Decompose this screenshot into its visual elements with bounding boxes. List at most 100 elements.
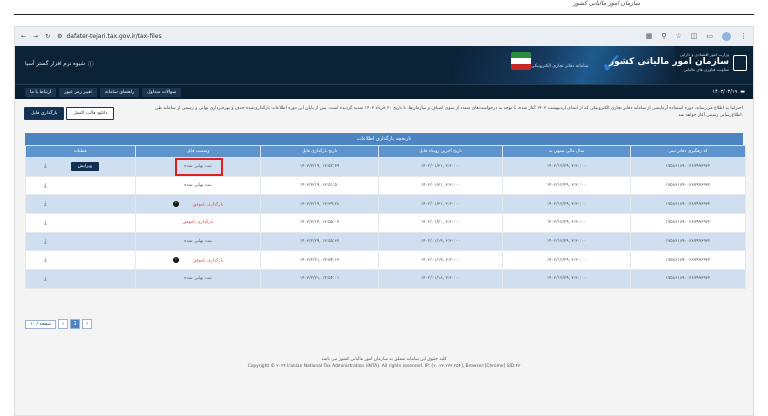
row-status: ثبت نهایی شده — [135, 175, 261, 196]
download-template-button[interactable]: دانلود قالب اکسل — [66, 107, 115, 120]
col-file-status: وضعیت فایل — [135, 145, 261, 158]
row-fiscal-year: ۱۴۰۲/۱۲/۲۹, ۳:۳۰:۰۰ — [502, 250, 631, 271]
row-tracking-code: ۱۷۵۸۶۱۸۹۰۰۲۸۷۹۹۶۹۳۲ — [630, 213, 746, 233]
app-page: شیوه نرم افزار گستر آسیا ⓘ سامانه دفاتر … — [15, 46, 753, 415]
address-bar[interactable]: ⚙ dafater-tejari.tax.gov.ir/tax-files — [57, 33, 639, 40]
extensions-icon[interactable]: ◫ — [691, 32, 698, 41]
back-icon[interactable]: ← — [21, 33, 26, 40]
row-status: ثبت نهایی شده — [135, 269, 261, 289]
profile-avatar-icon[interactable] — [722, 32, 731, 41]
bookmark-star-icon[interactable]: ☆ — [675, 32, 681, 41]
document-rule — [14, 14, 754, 15]
row-upload-date: ۱۴۰۳/۳/۱۹, ۱۳:۵۲:۳۹ — [260, 157, 379, 177]
system-name: سامانه دفاتر تجاری الکترونیکی — [531, 64, 589, 69]
row-operations: ⤓ ویرایش — [25, 157, 136, 177]
table-row: ⤓ ثبت نهایی شده ۱۴۰۳/۲/۲۹, ۱۳:۵۵:۳۷ ۱۴۰۲… — [25, 231, 746, 252]
highlight-box — [175, 158, 223, 177]
row-status: ثبت نهایی شده — [135, 231, 261, 252]
row-tracking-code: ۱۷۵۸۶۱۸۹۰۰۲۸۷۹۹۶۹۳۲ — [630, 250, 746, 271]
row-last-event: ۱۴۰۲/۰۱/۳۱, ۳:۳۰:۰۰ — [378, 157, 503, 177]
next-page-button[interactable]: › — [82, 319, 93, 329]
page-1-button[interactable]: 1 — [70, 319, 81, 329]
row-last-event: ۱۴۰۲/۰۱/۳۱, ۳:۳۰:۰۰ — [378, 194, 503, 215]
document-header: سازمان امور مالیاتی کشور — [0, 0, 768, 22]
status-text: بارگذاری ناموفق — [192, 202, 224, 208]
error-info-icon[interactable]: ! — [172, 257, 179, 264]
download-icon[interactable]: ⤓ — [44, 162, 47, 169]
download-icon[interactable]: ⤓ — [44, 275, 47, 282]
status-text: بارگذاری ناموفق — [192, 258, 224, 264]
reload-icon[interactable]: ↻ — [45, 33, 50, 40]
browser-toolbar: ← → ↻ ⚙ dafater-tejari.tax.gov.ir/tax-fi… — [15, 27, 753, 46]
row-fiscal-year: ۱۴۰۲/۱۲/۲۹, ۳:۳۰:۰۰ — [502, 213, 631, 233]
table-row: ⤓ ! بارگذاری ناموفق ۱۴۰۳/۳/۱۹, ۱۳:۳۹:۲۸ ۱… — [25, 194, 746, 215]
status-text: بارگذاری ناموفق — [182, 220, 214, 226]
main-content: احتراما به اطلاع می‌رساند، دوره استفاده … — [15, 99, 753, 415]
nav-system-guide[interactable]: راهنمای سامانه — [99, 87, 140, 97]
row-upload-date: ۱۴۰۳/۲/۲۱, ۱۴:۵۴:۱۳ — [260, 250, 379, 271]
download-icon[interactable]: ⤓ — [44, 200, 47, 207]
nav-change-password[interactable]: تغییر رمز عبور — [59, 87, 97, 97]
row-tracking-code: ۱۷۵۸۶۱۸۹۰۰۲۸۷۹۹۶۹۳۲ — [630, 269, 746, 289]
main-nav: ارتباط با ما تغییر رمز عبور راهنمای ساما… — [15, 84, 753, 99]
zoom-icon[interactable]: ⚲ — [661, 32, 666, 41]
row-upload-date: ۱۴۰۳/۳/۱۹, ۱۳:۳۹:۲۸ — [260, 194, 379, 215]
split-view-icon[interactable]: ▭ — [706, 32, 713, 41]
iran-flag-icon — [511, 52, 531, 70]
table-row: ⤓ بارگذاری ناموفق ۱۴۰۳/۳/۱۴, ۱۳:۵۵:۰۷ ۱۴… — [25, 213, 746, 233]
browser-actions: ▦ ⚲ ☆ ◫ ▭ ⋮ — [646, 32, 747, 41]
row-operations: ⤓ — [25, 213, 136, 233]
action-buttons: بارگذاری فایل دانلود قالب اکسل — [24, 107, 115, 120]
download-icon[interactable]: ⤓ — [44, 238, 47, 245]
more-menu-icon[interactable]: ⋮ — [740, 32, 747, 41]
footer-rights: کلیه حقوق این سامانه متعلق به سازمان امو… — [321, 357, 447, 362]
org-name: سازمان امور مالیاتی کشور — [608, 57, 729, 67]
row-last-event: ۱۴۰۲/۰۱/۲۰, ۳:۳۰:۰۰ — [378, 213, 503, 233]
table-row: ⤓ ثبت نهایی شده ۱۴۰۳/۳/۱۹, ۱۳:۵۱:۵۰ ۱۴۰۲… — [25, 175, 746, 196]
col-last-event-date: تاریخ آخرین رویداد فایل — [378, 145, 503, 158]
row-fiscal-year: ۱۴۰۲/۱۲/۲۹, ۳:۳۰:۰۰ — [502, 157, 631, 177]
upload-history-table: عملیات وضعیت فایل تاریخ بارگذاری فایل تا… — [25, 145, 746, 289]
site-header: شیوه نرم افزار گستر آسیا ⓘ سامانه دفاتر … — [15, 46, 753, 84]
table-row: ⤓ ثبت نهایی شده ۱۴۰۳/۲/۲۱, ۱۴:۵۴:۰۱ ۱۴۰۲… — [25, 269, 746, 289]
row-tracking-code: ۱۷۵۸۶۱۸۹۰۰۲۸۷۹۹۶۹۳۲ — [630, 231, 746, 252]
translate-icon[interactable]: ▦ — [646, 32, 653, 41]
row-operations: ⤓ — [25, 231, 136, 252]
download-icon[interactable]: ⤓ — [44, 219, 47, 226]
support-text[interactable]: شیوه نرم افزار گستر آسیا — [25, 61, 85, 67]
page-size-select[interactable]: ۱۰ / صفحه — [25, 319, 57, 329]
url-text[interactable]: dafater-tejari.tax.gov.ir/tax-files — [66, 33, 161, 40]
row-last-event: ۱۴۰۲/۰۱/۳۱, ۳:۳۰:۰۰ — [378, 175, 503, 196]
site-info-icon[interactable]: ⚙ — [57, 33, 62, 40]
org-branding: وزارت امور اقتصادی و دارایی سازمان امور … — [609, 52, 729, 72]
row-status: ! بارگذاری ناموفق — [135, 194, 261, 215]
info-icon: ⓘ — [88, 62, 94, 68]
footer: کلیه حقوق این سامانه متعلق به سازمان امو… — [15, 356, 753, 370]
upload-file-button[interactable]: بارگذاری فایل — [24, 107, 65, 120]
row-last-event: ۱۴۰۲/۰۱/۱۹, ۳:۳۰:۰۰ — [378, 231, 503, 252]
row-operations: ⤓ — [25, 250, 136, 271]
edit-button[interactable]: ویرایش — [70, 162, 100, 172]
row-status: بارگذاری ناموفق — [135, 213, 261, 233]
row-fiscal-year: ۱۴۰۲/۱۲/۲۹, ۳:۳۰:۰۰ — [502, 194, 631, 215]
current-date: ۱۴۰۳/۰۳/۱۹ ▬ — [712, 89, 745, 95]
col-tracking-code: کد رهگیری دفاتر ثبتی — [630, 145, 746, 158]
row-operations: ⤓ — [25, 175, 136, 196]
col-upload-date: تاریخ بارگذاری فایل — [260, 145, 379, 158]
notice-text: احتراما به اطلاع می‌رساند، دوره استفاده … — [154, 106, 743, 118]
row-upload-date: ۱۴۰۳/۲/۲۱, ۱۴:۵۴:۰۱ — [260, 269, 379, 289]
support-link[interactable]: شیوه نرم افزار گستر آسیا ⓘ — [25, 60, 94, 68]
download-icon[interactable]: ⤓ — [44, 182, 47, 189]
row-status: ! بارگذاری ناموفق — [135, 250, 261, 271]
browser-window: ← → ↻ ⚙ dafater-tejari.tax.gov.ir/tax-fi… — [14, 26, 754, 416]
row-tracking-code: ۱۷۵۸۶۱۸۹۰۰۲۸۷۹۹۶۹۳۲ — [630, 175, 746, 196]
error-info-icon[interactable]: ! — [172, 200, 179, 207]
nav-contact-us[interactable]: ارتباط با ما — [25, 87, 57, 97]
table-title: تاریخچه بارگذاری اطلاعات — [25, 133, 743, 145]
forward-icon[interactable]: → — [33, 33, 38, 40]
prev-page-button[interactable]: ‹ — [58, 319, 69, 329]
row-last-event: ۱۴۰۲/۰۱/۱۹, ۳:۳۰:۰۰ — [378, 250, 503, 271]
nav-faq[interactable]: سوالات متداول — [142, 87, 182, 97]
row-upload-date: ۱۴۰۳/۲/۲۹, ۱۳:۵۵:۳۷ — [260, 231, 379, 252]
download-icon[interactable]: ⤓ — [44, 256, 47, 263]
